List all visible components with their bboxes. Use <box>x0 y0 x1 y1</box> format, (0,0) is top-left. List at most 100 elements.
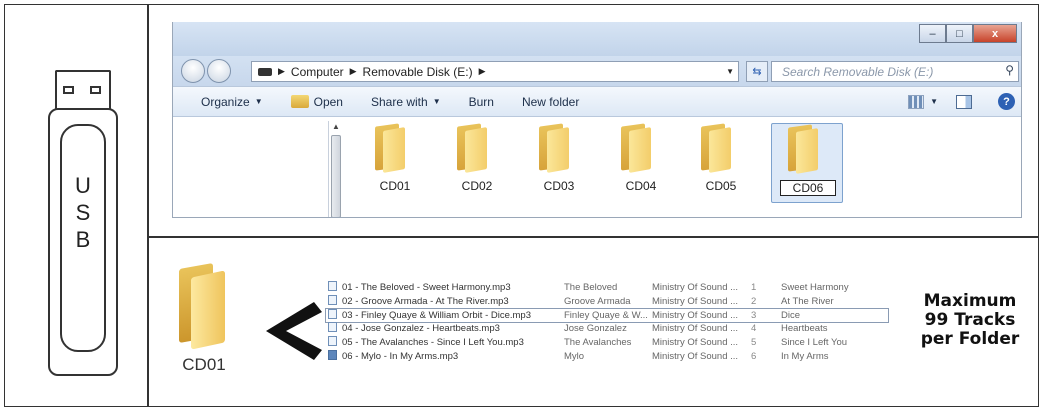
folder-icon <box>788 124 820 174</box>
share-with-label: Share with <box>370 94 428 109</box>
maximize-button[interactable]: □ <box>946 24 973 43</box>
track-number: 2 <box>751 295 757 307</box>
breadcrumb-computer[interactable]: Computer <box>291 65 344 79</box>
track-list: 01 - The Beloved - Sweet Harmony.mp3 The… <box>325 281 889 364</box>
track-artist: The Avalanches <box>564 337 632 349</box>
folder-label: CD01 <box>379 179 411 193</box>
usb-connector <box>55 70 111 110</box>
track-row[interactable]: 01 - The Beloved - Sweet Harmony.mp3 The… <box>326 281 888 295</box>
chevron-left-icon <box>266 302 322 360</box>
track-artist: Finley Quaye & W... <box>564 309 648 321</box>
help-icon[interactable]: ? <box>998 93 1015 110</box>
folder-item[interactable]: CD05 <box>685 123 757 203</box>
open-button[interactable]: Open <box>290 95 343 109</box>
folder-icon <box>175 262 235 350</box>
toolbar-right-tools: ▼ ? <box>908 93 1015 110</box>
usb-body: U S B <box>48 108 118 376</box>
track-title: Sweet Harmony <box>781 282 849 293</box>
track-row[interactable]: 05 - The Avalanches - Since I Left You.m… <box>326 336 888 350</box>
command-toolbar: Organize ▼ Open Share with ▼ Burn New fold… <box>173 86 1021 117</box>
track-filename: 02 - Groove Armada - At The River.mp3 <box>342 295 509 307</box>
track-artist: Jose Gonzalez <box>564 323 627 335</box>
organize-button[interactable]: Organize ▼ <box>201 95 263 109</box>
usb-label-panel: U S B <box>60 124 106 352</box>
back-button[interactable] <box>181 59 205 83</box>
explorer-window: – □ x ▶ Computer ▶ Removable Disk (E:) ▶… <box>172 22 1022 218</box>
scrollbar-thumb[interactable] <box>331 135 341 217</box>
breadcrumb-removable-disk[interactable]: Removable Disk (E:) <box>363 65 473 79</box>
search-placeholder: Search Removable Disk (E:) <box>782 65 934 79</box>
folder-item[interactable]: CD02 <box>441 123 513 203</box>
note-line: per Folder <box>920 329 1020 349</box>
refresh-button[interactable]: ⇆ <box>746 61 768 82</box>
folder-label: CD02 <box>461 179 493 193</box>
usb-letter: B <box>75 227 91 252</box>
folder-item[interactable]: CD01 <box>359 123 431 203</box>
usb-contact-hole <box>90 86 101 94</box>
share-with-button[interactable]: Share with ▼ <box>371 95 441 109</box>
track-title: Heartbeats <box>781 323 828 335</box>
usb-label: U S B <box>62 172 104 253</box>
new-folder-label: New folder <box>521 94 580 109</box>
breadcrumb-arrow-icon[interactable]: ▶ <box>278 66 285 77</box>
usb-contact-hole <box>63 86 74 94</box>
scroll-up-icon[interactable]: ▲ <box>332 122 340 131</box>
folder-icon <box>701 123 733 173</box>
folder-label: CD03 <box>543 179 575 193</box>
folder-icon <box>457 123 489 173</box>
change-view-icon[interactable] <box>908 94 925 109</box>
track-row[interactable]: 04 - Jose Gonzalez - Heartbeats.mp3 Jose… <box>326 322 888 336</box>
audio-file-icon <box>328 322 337 333</box>
address-dropdown-icon[interactable]: ▼ <box>726 67 734 76</box>
track-filename: 03 - Finley Quaye & William Orbit - Dice… <box>342 309 531 321</box>
row-divider <box>147 236 1039 238</box>
track-row[interactable]: 06 - Mylo - In My Arms.mp3 Mylo Ministry… <box>326 349 888 364</box>
organize-label: Organize <box>201 94 250 109</box>
track-title: Since I Left You <box>781 337 848 349</box>
track-filename: 01 - The Beloved - Sweet Harmony.mp3 <box>342 282 511 293</box>
track-number: 4 <box>751 323 757 335</box>
folder-rename-input[interactable]: CD06 <box>780 180 836 196</box>
breadcrumb-arrow-icon[interactable]: ▶ <box>350 66 357 77</box>
track-number: 1 <box>751 282 757 293</box>
preview-pane-icon[interactable] <box>956 94 972 109</box>
window-titlebar[interactable]: – □ x <box>173 22 1021 56</box>
search-input[interactable]: Search Removable Disk (E:) ⚲ <box>771 61 1019 82</box>
search-icon[interactable]: ⚲ <box>1005 63 1014 77</box>
track-title: In My Arms <box>781 350 829 362</box>
audio-file-icon <box>328 281 337 291</box>
track-filename: 06 - Mylo - In My Arms.mp3 <box>342 350 459 362</box>
folder-item[interactable]: CD03 <box>523 123 595 203</box>
track-number: 6 <box>751 350 757 362</box>
usb-stick-illustration: U S B <box>48 50 118 378</box>
new-folder-button[interactable]: New folder <box>522 95 579 109</box>
folder-icon <box>621 123 653 173</box>
audio-file-icon <box>328 294 337 305</box>
burn-label: Burn <box>468 94 494 109</box>
audio-file-icon <box>328 308 337 319</box>
address-bar[interactable]: ▶ Computer ▶ Removable Disk (E:) ▶ ▼ <box>251 61 739 82</box>
breadcrumb-arrow-icon[interactable]: ▶ <box>479 66 486 77</box>
max-tracks-note: Maximum 99 Tracks per Folder <box>908 292 1032 349</box>
track-number: 5 <box>751 337 757 349</box>
track-album: Ministry Of Sound ... <box>652 282 739 293</box>
track-row[interactable]: 02 - Groove Armada - At The River.mp3 Gr… <box>326 294 888 309</box>
drive-icon <box>258 67 272 76</box>
chevron-down-icon[interactable]: ▼ <box>930 97 938 106</box>
track-album: Ministry Of Sound ... <box>652 350 739 362</box>
folder-item-selected[interactable]: CD06 <box>771 123 843 203</box>
note-line: 99 Tracks <box>924 310 1016 330</box>
forward-button[interactable] <box>207 59 231 83</box>
window-controls: – □ x <box>919 24 1017 43</box>
nav-pane-scrollbar[interactable]: ▲ <box>328 121 342 217</box>
open-folder-icon <box>290 95 309 108</box>
folder-content-area: ▲ CD01 CD02 CD03 CD04 CD05 CD06 <box>173 117 1021 217</box>
track-artist: Mylo <box>564 350 585 362</box>
track-title: Dice <box>781 309 801 321</box>
minimize-button[interactable]: – <box>919 24 946 43</box>
folder-item[interactable]: CD04 <box>605 123 677 203</box>
track-row-selected[interactable]: 03 - Finley Quaye & William Orbit - Dice… <box>325 307 889 324</box>
burn-button[interactable]: Burn <box>469 95 494 109</box>
close-button[interactable]: x <box>973 24 1017 43</box>
track-album: Ministry Of Sound ... <box>652 323 739 335</box>
